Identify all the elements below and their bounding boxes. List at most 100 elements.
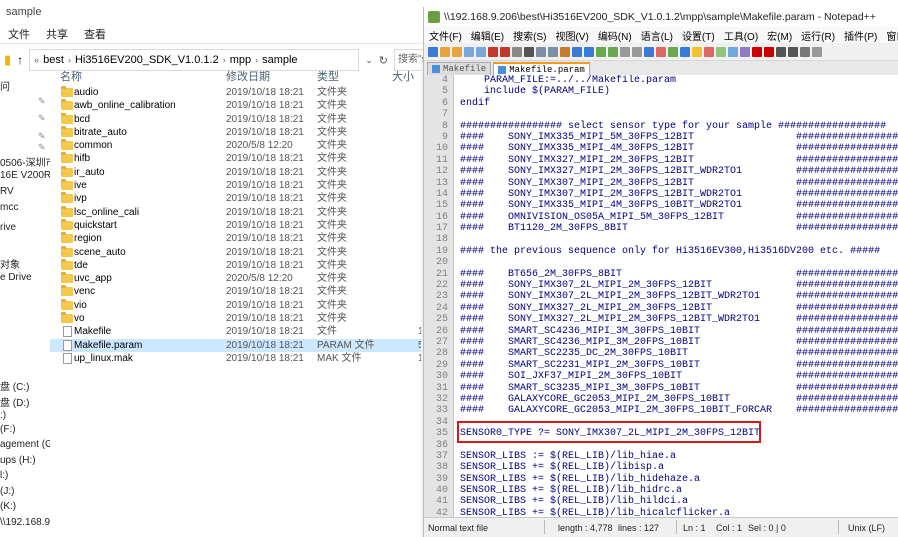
nav-item[interactable]: 盘 (C:) xyxy=(0,378,29,393)
nav-item[interactable]: :) xyxy=(0,410,6,421)
nav-item[interactable]: RV xyxy=(0,186,14,197)
toolbar-button-icon[interactable] xyxy=(596,46,606,57)
file-row[interactable]: Makefile2019/10/18 18:21文件1 xyxy=(50,325,430,338)
file-date: 2019/10/18 18:21 xyxy=(226,326,304,338)
ribbon-tab-file[interactable]: 文件 xyxy=(8,26,30,42)
nav-item[interactable]: l:) xyxy=(0,470,8,481)
toolbar-button-icon[interactable] xyxy=(452,46,462,57)
file-row[interactable]: bitrate_auto 2019/10/18 18:21 文件夹 xyxy=(50,125,430,139)
toolbar-button-icon[interactable] xyxy=(752,46,762,57)
toolbar-button-icon[interactable] xyxy=(572,46,582,57)
menu-item[interactable]: 编辑(E) xyxy=(471,28,504,43)
toolbar-button-icon[interactable] xyxy=(812,46,822,57)
pin-icon: ✎ xyxy=(38,142,46,152)
file-row[interactable]: uvc_app 2020/5/8 12:20 文件夹 xyxy=(50,272,430,285)
file-row[interactable]: scene_auto 2019/10/18 18:21 文件夹 xyxy=(50,245,430,259)
nav-item[interactable]: (K:) xyxy=(0,501,16,512)
nav-item[interactable]: 16E V200R00 xyxy=(0,170,50,181)
column-header-name[interactable]: 名称 xyxy=(60,68,82,84)
menu-item[interactable]: 视图(V) xyxy=(555,28,588,43)
nav-item[interactable]: ups (H:) xyxy=(0,455,36,466)
nav-item[interactable]: 问 xyxy=(0,78,10,93)
file-row[interactable]: ivp 2019/10/18 18:21 文件夹 xyxy=(50,192,430,205)
toolbar-button-icon[interactable] xyxy=(548,46,558,57)
toolbar-button-icon[interactable] xyxy=(632,46,642,57)
nav-item[interactable]: 盘 (D:) xyxy=(0,394,29,409)
toolbar-button-icon[interactable] xyxy=(764,46,774,57)
toolbar-button-icon[interactable] xyxy=(668,46,678,57)
nav-item[interactable]: (J:) xyxy=(0,486,14,497)
toolbar-button-icon[interactable] xyxy=(560,46,570,57)
file-row[interactable]: common 2020/5/8 12:20 文件夹 xyxy=(50,139,430,152)
menu-item[interactable]: 宏(M) xyxy=(767,28,792,43)
folder-nav-icon[interactable]: ▮ xyxy=(4,52,11,68)
column-header-date[interactable]: 修改日期 xyxy=(226,68,270,84)
file-row[interactable]: audio 2019/10/18 18:21 文件夹 xyxy=(50,86,430,99)
menu-item[interactable]: 文件(F) xyxy=(429,28,462,43)
toolbar-button-icon[interactable] xyxy=(536,46,546,57)
toolbar-button-icon[interactable] xyxy=(500,46,510,57)
file-row[interactable]: vo 2019/10/18 18:21 文件夹 xyxy=(50,312,430,325)
toolbar-button-icon[interactable] xyxy=(800,46,810,57)
nav-item[interactable]: \\192.168.9. xyxy=(0,517,50,528)
file-row[interactable]: vio 2019/10/18 18:21 文件夹 xyxy=(50,298,430,312)
toolbar-button-icon[interactable] xyxy=(680,46,690,57)
file-row[interactable]: tde 2019/10/18 18:21 文件夹 xyxy=(50,258,430,272)
file-row[interactable]: up_linux.mak2019/10/18 18:21MAK 文件1 xyxy=(50,352,430,365)
toolbar-button-icon[interactable] xyxy=(488,46,498,57)
explorer-ribbon: 文件 共享 查看 xyxy=(0,24,430,44)
code-line: 32 #### GALAXYCORE_GC2053_MIPI_2M_30FPS_1… xyxy=(424,394,898,405)
toolbar-button-icon[interactable] xyxy=(656,46,666,57)
ribbon-tab-share[interactable]: 共享 xyxy=(46,26,68,42)
menu-item[interactable]: 窗口(W) xyxy=(886,28,898,43)
column-header-size[interactable]: 大小 xyxy=(392,68,414,84)
toolbar-button-icon[interactable] xyxy=(644,46,654,57)
nav-item[interactable]: 0506-深圳市信 xyxy=(0,154,50,169)
menu-item[interactable]: 搜索(S) xyxy=(513,28,546,43)
toolbar-button-icon[interactable] xyxy=(440,46,450,57)
toolbar-button-icon[interactable] xyxy=(728,46,738,57)
toolbar-button-icon[interactable] xyxy=(608,46,618,57)
file-row[interactable]: venc 2019/10/18 18:21 文件夹 xyxy=(50,285,430,298)
column-header-type[interactable]: 类型 xyxy=(317,68,339,84)
file-row[interactable]: Makefile.param2019/10/18 18:21PARAM 文件5 xyxy=(50,338,430,352)
toolbar-button-icon[interactable] xyxy=(620,46,630,57)
nav-item[interactable]: rive xyxy=(0,222,16,233)
nav-item[interactable]: agement (G:) xyxy=(0,439,50,450)
menu-item[interactable]: 编码(N) xyxy=(598,28,632,43)
menu-item[interactable]: 插件(P) xyxy=(844,28,877,43)
file-row[interactable]: lsc_online_cali 2019/10/18 18:21 文件夹 xyxy=(50,205,430,219)
code-editor[interactable]: 4 PARAM_FILE:=../../Makefile.param 5 incl… xyxy=(424,75,898,525)
tab-makefile[interactable]: Makefile xyxy=(427,62,492,75)
menu-item[interactable]: 语言(L) xyxy=(641,28,673,43)
toolbar-button-icon[interactable] xyxy=(716,46,726,57)
toolbar-button-icon[interactable] xyxy=(788,46,798,57)
toolbar-button-icon[interactable] xyxy=(692,46,702,57)
nav-item[interactable]: mcc xyxy=(0,202,18,213)
file-row[interactable]: hifb 2019/10/18 18:21 文件夹 xyxy=(50,152,430,165)
file-row[interactable]: awb_online_calibration 2019/10/18 18:21 文件… xyxy=(50,99,430,112)
nav-item[interactable]: (F:) xyxy=(0,424,16,435)
toolbar-button-icon[interactable] xyxy=(512,46,522,57)
file-row[interactable]: region 2019/10/18 18:21 文件夹 xyxy=(50,232,430,245)
menu-item[interactable]: 运行(R) xyxy=(801,28,835,43)
file-row[interactable]: ive 2019/10/18 18:21 文件夹 xyxy=(50,179,430,192)
nav-item[interactable]: e Drive xyxy=(0,272,32,283)
file-row[interactable]: ir_auto 2019/10/18 18:21 文件夹 xyxy=(50,165,430,179)
toolbar-button-icon[interactable] xyxy=(464,46,474,57)
toolbar-button-icon[interactable] xyxy=(584,46,594,57)
menu-item[interactable]: 设置(T) xyxy=(682,28,715,43)
menu-item[interactable]: 工具(O) xyxy=(724,28,758,43)
toolbar-button-icon[interactable] xyxy=(476,46,486,57)
file-row[interactable]: bcd 2019/10/18 18:21 文件夹 xyxy=(50,112,430,126)
toolbar-button-icon[interactable] xyxy=(524,46,534,57)
nav-item[interactable]: 对象 xyxy=(0,256,20,271)
toolbar-button-icon[interactable] xyxy=(704,46,714,57)
toolbar-button-icon[interactable] xyxy=(740,46,750,57)
ribbon-tab-view[interactable]: 查看 xyxy=(84,26,106,42)
file-row[interactable]: quickstart 2019/10/18 18:21 文件夹 xyxy=(50,218,430,232)
up-arrow-icon[interactable]: ↑ xyxy=(17,53,23,67)
toolbar-button-icon[interactable] xyxy=(776,46,786,57)
toolbar-button-icon[interactable] xyxy=(428,46,438,57)
tab-makefile-param[interactable]: Makefile.param xyxy=(493,62,590,75)
